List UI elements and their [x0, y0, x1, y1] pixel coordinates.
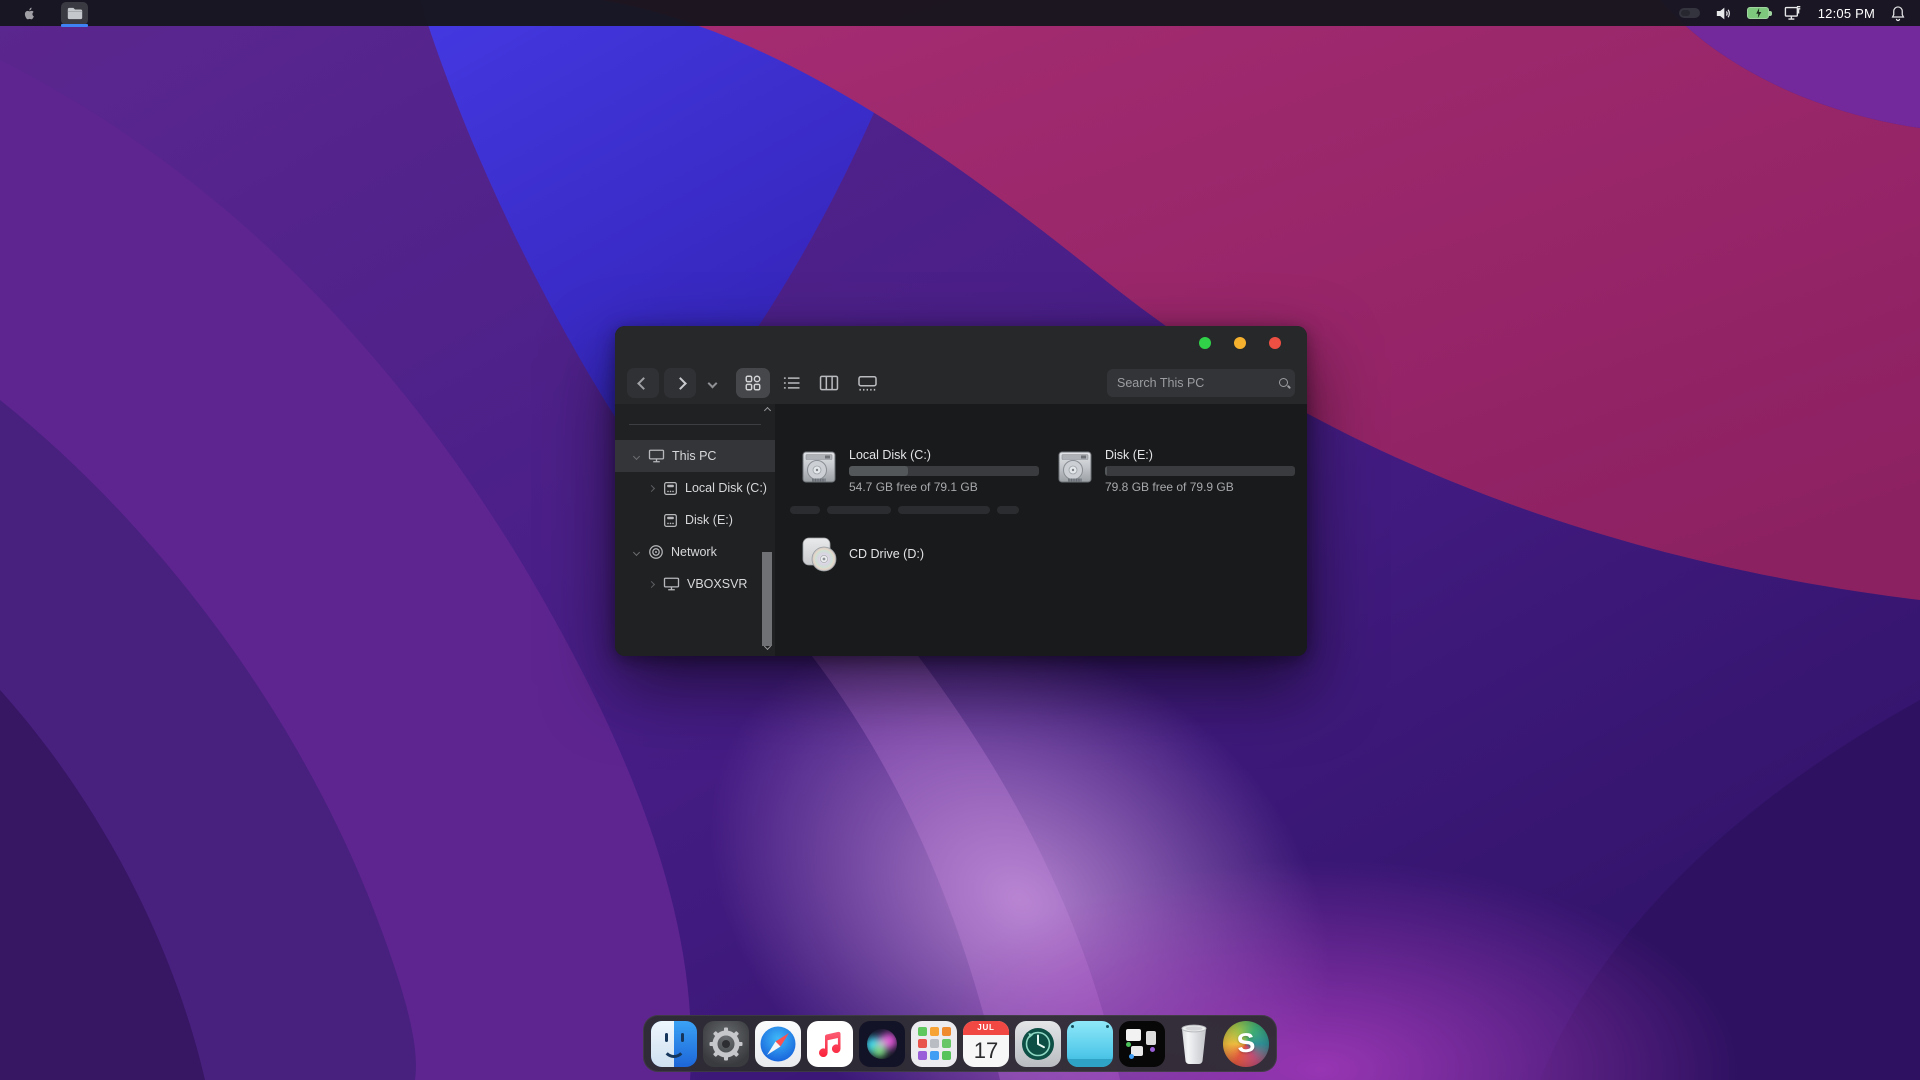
system-preferences-icon[interactable]	[703, 1021, 749, 1067]
sidebar-item-disk-e[interactable]: Disk (E:)	[615, 504, 775, 536]
finder-icon[interactable]	[651, 1021, 697, 1067]
sidebar-item-label: Network	[671, 545, 717, 559]
drive-name: Local Disk (C:)	[849, 448, 1039, 463]
drive-tile-cd-d[interactable]: CD Drive (D:)	[800, 530, 1046, 578]
expander-right-icon[interactable]	[646, 486, 656, 491]
icons-view-button[interactable]	[736, 368, 770, 398]
hidden-items-pill-icon[interactable]	[1679, 8, 1700, 18]
window-manager-icon[interactable]	[1119, 1021, 1165, 1067]
siri-icon[interactable]	[859, 1021, 905, 1067]
menu-bar: 12:05 PM	[0, 0, 1920, 26]
sidebar-item-this-pc[interactable]: This PC	[615, 440, 775, 472]
file-list: Local Disk (C:) 54.7 GB free of 79.1 GB	[775, 404, 1307, 656]
sidebar-item-local-disk-c[interactable]: Local Disk (C:)	[615, 472, 775, 504]
hard-drive-icon	[800, 448, 838, 486]
chevron-down-icon	[708, 378, 718, 388]
sidebar-item-label: Disk (E:)	[685, 513, 733, 527]
gallery-view-icon	[857, 375, 878, 392]
network-display-icon[interactable]	[1784, 5, 1803, 22]
launchpad-icon[interactable]	[911, 1021, 957, 1067]
view-switcher	[736, 368, 884, 398]
dock: JUL 17	[643, 1015, 1277, 1072]
columns-view-icon	[819, 375, 839, 391]
apple-menu-icon[interactable]	[22, 5, 37, 22]
stickies-icon[interactable]	[1067, 1021, 1113, 1067]
sidebar-item-label: This PC	[672, 449, 716, 463]
expander-right-icon[interactable]	[646, 582, 656, 587]
drive-tile-disk-e[interactable]: Disk (E:) 79.8 GB free of 79.9 GB	[1056, 448, 1302, 496]
active-app-indicator	[61, 24, 88, 27]
scroll-down-arrow[interactable]	[763, 644, 771, 652]
toolbar	[627, 366, 1295, 400]
cd-drive-icon	[800, 535, 838, 573]
selection-artifact	[790, 506, 1019, 514]
system-tray: 12:05 PM	[1679, 5, 1906, 22]
drive-name: CD Drive (D:)	[849, 547, 924, 562]
minimize-button[interactable]	[1234, 337, 1246, 349]
music-icon[interactable]	[807, 1021, 853, 1067]
notification-bell-icon[interactable]	[1890, 5, 1906, 22]
drive-details: 79.8 GB free of 79.9 GB	[1105, 480, 1295, 494]
drive-icon	[663, 513, 678, 528]
search-input[interactable]	[1117, 376, 1278, 390]
navigation-pane: This PC Local Disk (C:)	[615, 404, 775, 656]
safari-icon[interactable]	[755, 1021, 801, 1067]
capacity-bar	[849, 466, 1039, 476]
icons-view-icon	[744, 374, 762, 392]
sidebar-divider	[629, 424, 761, 425]
volume-icon[interactable]	[1715, 6, 1732, 21]
folder-icon	[67, 7, 83, 20]
columns-view-button[interactable]	[812, 368, 846, 398]
gallery-view-button[interactable]	[850, 368, 884, 398]
sidebar-scrollbar	[761, 406, 773, 654]
chevron-right-icon	[674, 377, 687, 390]
battery-charging-icon[interactable]	[1747, 7, 1769, 19]
trash-icon[interactable]	[1171, 1021, 1217, 1067]
drive-name: Disk (E:)	[1105, 448, 1295, 463]
computer-icon	[663, 577, 680, 591]
drive-icon	[663, 481, 678, 496]
expander-down-icon[interactable]	[631, 550, 641, 555]
capacity-bar	[1105, 466, 1295, 476]
chevron-left-icon	[637, 377, 650, 390]
search-icon	[1278, 377, 1291, 390]
computer-icon	[648, 449, 665, 463]
traffic-lights	[1199, 337, 1281, 349]
hard-drive-icon	[1056, 448, 1094, 486]
calendar-month: JUL	[963, 1021, 1009, 1035]
list-view-icon	[782, 375, 801, 391]
close-button[interactable]	[1269, 337, 1281, 349]
forward-button[interactable]	[664, 368, 696, 398]
list-view-button[interactable]	[774, 368, 808, 398]
recent-locations-button[interactable]	[709, 380, 716, 387]
window-body: This PC Local Disk (C:)	[615, 404, 1307, 656]
sidebar-item-vboxsvr[interactable]: VBOXSVR	[615, 568, 775, 600]
sidebar-item-network[interactable]: Network	[615, 536, 775, 568]
file-explorer-window: This PC Local Disk (C:)	[615, 326, 1307, 656]
scroll-up-arrow[interactable]	[763, 408, 771, 416]
expander-down-icon[interactable]	[631, 454, 641, 459]
scrollbar-thumb[interactable]	[762, 552, 772, 646]
clock[interactable]: 12:05 PM	[1818, 6, 1875, 21]
active-app-button[interactable]	[61, 2, 88, 25]
calendar-day: 17	[963, 1035, 1009, 1067]
drive-tile-local-disk-c[interactable]: Local Disk (C:) 54.7 GB free of 79.1 GB	[800, 448, 1046, 496]
sidebar-item-label: VBOXSVR	[687, 577, 747, 591]
sidebar-item-label: Local Disk (C:)	[685, 481, 767, 495]
drive-details: 54.7 GB free of 79.1 GB	[849, 480, 1039, 494]
time-machine-icon[interactable]	[1015, 1021, 1061, 1067]
desktop: 12:05 PM	[0, 0, 1920, 1080]
network-icon	[648, 544, 664, 560]
theme-app-icon[interactable]: S	[1223, 1021, 1269, 1067]
zoom-button[interactable]	[1199, 337, 1211, 349]
calendar-icon[interactable]: JUL 17	[963, 1021, 1009, 1067]
back-button[interactable]	[627, 368, 659, 398]
search-box	[1107, 369, 1295, 397]
